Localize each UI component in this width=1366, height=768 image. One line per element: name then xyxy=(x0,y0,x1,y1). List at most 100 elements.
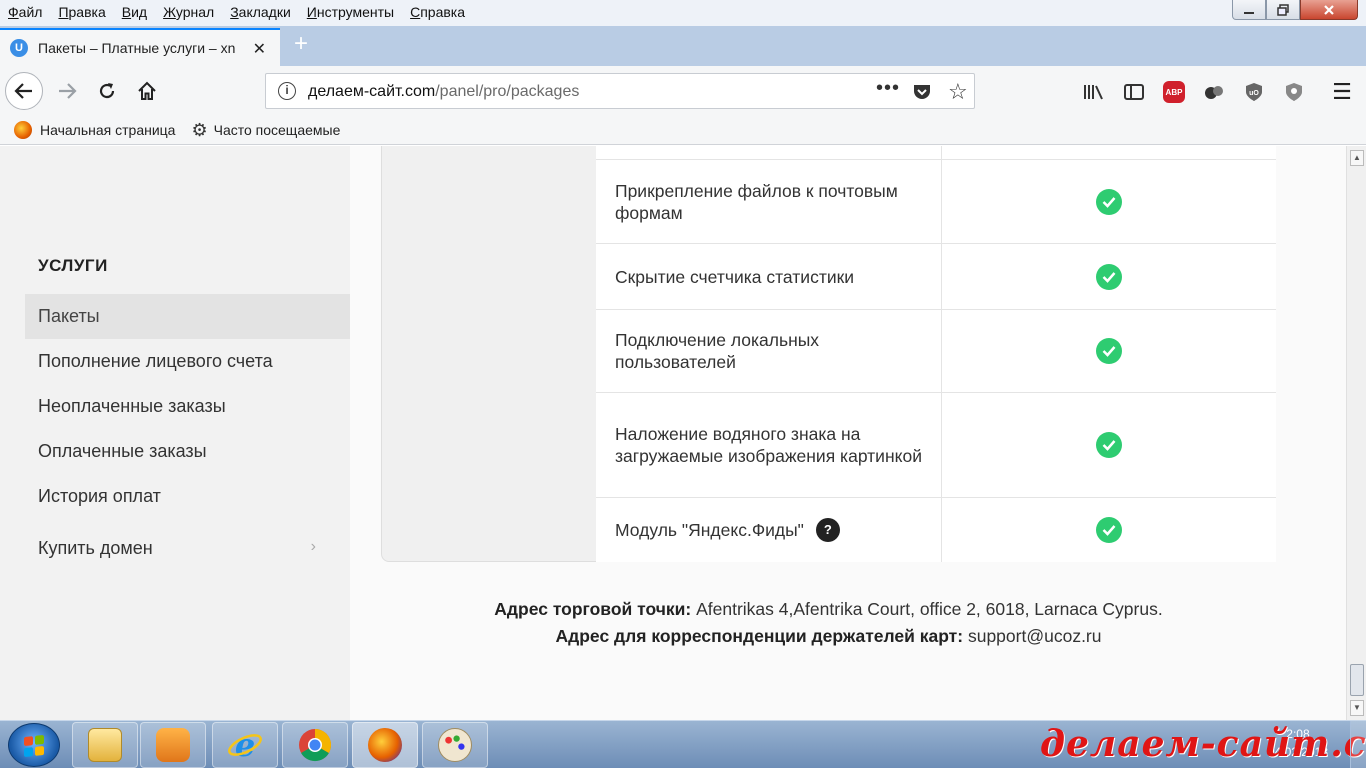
library-icon[interactable] xyxy=(1082,80,1106,104)
table-row: Наложение водяного знака на загружаемые … xyxy=(596,393,1276,498)
svg-text:uO: uO xyxy=(1249,90,1259,97)
ublock-origin-icon[interactable]: uO xyxy=(1242,80,1266,104)
home-button[interactable] xyxy=(132,76,162,106)
bookmark-most-visited[interactable]: ⚙ Часто посещаемые xyxy=(191,120,340,141)
mail-label: Адрес для корреспонденции держателей кар… xyxy=(555,626,964,646)
windows-logo-icon xyxy=(24,734,44,758)
media-player-icon xyxy=(156,728,190,762)
sidebar-item-unpaid-orders[interactable]: Неоплаченные заказы xyxy=(25,384,350,429)
tab-close-icon[interactable]: ✕ xyxy=(253,39,266,59)
navigation-bar: i делаем-сайт.com/panel/pro/packages •••… xyxy=(0,66,1366,116)
sidebar-item-packages[interactable]: Пакеты xyxy=(25,294,350,339)
bookmark-label: Часто посещаемые xyxy=(213,122,341,138)
table-row: Модуль "Яндекс.Фиды" ? xyxy=(596,498,1276,562)
feature-label: Скрытие счетчика статистики xyxy=(596,244,942,309)
menu-bookmarks[interactable]: Закладки xyxy=(222,0,299,26)
explorer-icon xyxy=(88,728,122,762)
scroll-up-icon[interactable]: ▲ xyxy=(1350,150,1364,166)
sidebar-item-buy-domain[interactable]: Купить домен › xyxy=(25,526,350,571)
packages-card: Прикрепление файлов к почтовым формам Ск… xyxy=(381,146,1276,562)
site-info-icon[interactable]: i xyxy=(278,82,296,100)
menu-history[interactable]: Журнал xyxy=(155,0,222,26)
menu-view[interactable]: Вид xyxy=(114,0,155,26)
menu-help[interactable]: Справка xyxy=(402,0,473,26)
ucoz-favicon-icon: U xyxy=(10,39,28,57)
windows-taskbar: e 2:08 04.02.2018 делаем-сайт.com xyxy=(0,720,1366,768)
bookmark-home-page[interactable]: Начальная страница xyxy=(14,121,175,139)
reload-icon xyxy=(99,83,115,99)
bookmark-label: Начальная страница xyxy=(40,122,176,138)
paint-icon xyxy=(438,728,472,762)
forward-button[interactable] xyxy=(52,76,82,106)
page-actions-icon[interactable]: ••• xyxy=(876,77,900,100)
bookmark-star-icon[interactable]: ☆ xyxy=(948,79,968,105)
feature-label-wrapper: Модуль "Яндекс.Фиды" ? xyxy=(596,498,942,562)
taskbar-explorer[interactable] xyxy=(72,722,138,768)
menu-file[interactable]: Файл xyxy=(0,0,50,26)
taskbar-firefox[interactable] xyxy=(352,722,418,768)
start-button[interactable] xyxy=(8,723,60,767)
hamburger-menu-icon[interactable]: ☰ xyxy=(1330,79,1354,104)
minimize-icon xyxy=(1244,11,1254,14)
url-text[interactable]: делаем-сайт.com/panel/pro/packages xyxy=(308,83,579,101)
back-button[interactable] xyxy=(5,72,43,110)
taskbar-paint[interactable] xyxy=(422,722,488,768)
restore-button[interactable] xyxy=(1266,0,1300,20)
restore-icon xyxy=(1277,3,1289,16)
check-icon xyxy=(1096,517,1122,543)
vertical-scrollbar[interactable]: ▲ ▼ xyxy=(1346,146,1366,720)
url-path: /panel/pro/packages xyxy=(435,83,580,100)
minimize-button[interactable] xyxy=(1232,0,1266,20)
taskbar-internet-explorer[interactable]: e xyxy=(212,722,278,768)
pocket-icon[interactable] xyxy=(912,83,932,106)
new-tab-button[interactable]: + xyxy=(288,30,314,60)
sidebar-item-label: Купить домен xyxy=(38,538,153,558)
sidebar-item-label: Пополнение лицевого счета xyxy=(38,351,273,371)
tab-packages[interactable]: U Пакеты – Платные услуги – xn ✕ xyxy=(0,28,280,66)
mail-line: Адрес для корреспонденции держателей кар… xyxy=(381,623,1276,650)
features-table: Прикрепление файлов к почтовым формам Ск… xyxy=(596,146,1276,562)
extension-icon[interactable] xyxy=(1202,80,1226,104)
reload-button[interactable] xyxy=(92,76,122,106)
table-row: Подключение локальных пользователей xyxy=(596,310,1276,393)
taskbar-chrome[interactable] xyxy=(282,722,348,768)
address-bar[interactable]: i делаем-сайт.com/panel/pro/packages •••… xyxy=(265,73,975,109)
firefox-icon xyxy=(14,121,32,139)
svg-text:e: e xyxy=(235,727,255,763)
chevron-right-icon: › xyxy=(310,538,316,555)
arrow-left-icon xyxy=(14,83,32,99)
sidebar-item-label: История оплат xyxy=(38,486,161,506)
help-icon[interactable]: ? xyxy=(815,518,840,542)
feature-label: Наложение водяного знака на загружаемые … xyxy=(596,393,942,497)
check-icon xyxy=(1096,432,1122,458)
feature-label xyxy=(596,146,942,159)
sidebar-item-label: Неоплаченные заказы xyxy=(38,396,226,416)
mail-value: support@ucoz.ru xyxy=(967,626,1102,646)
home-icon xyxy=(138,81,156,100)
table-row: Скрытие счетчика статистики xyxy=(596,244,1276,310)
firefox-icon xyxy=(368,728,402,762)
sidebar-heading: УСЛУГИ xyxy=(38,256,108,275)
feature-label: Подключение локальных пользователей xyxy=(596,310,942,392)
taskbar-media-player[interactable] xyxy=(140,722,206,768)
sidebar-item-payment-history[interactable]: История оплат xyxy=(25,474,350,519)
internet-explorer-icon: e xyxy=(228,727,262,763)
main-panel: Прикрепление файлов к почтовым формам Ск… xyxy=(350,146,1346,720)
sidebar-toggle-icon[interactable] xyxy=(1122,80,1146,104)
close-window-button[interactable] xyxy=(1300,0,1358,20)
table-row xyxy=(596,146,1276,160)
menu-edit[interactable]: Правка xyxy=(50,0,113,26)
scroll-down-icon[interactable]: ▼ xyxy=(1350,700,1364,716)
check-icon xyxy=(1096,338,1122,364)
check-icon xyxy=(1096,188,1122,215)
menu-tools[interactable]: Инструменты xyxy=(299,0,402,26)
privacy-shield-icon[interactable] xyxy=(1282,80,1306,104)
sidebar-item-paid-orders[interactable]: Оплаченные заказы xyxy=(25,429,350,474)
adblock-plus-icon[interactable]: ABP xyxy=(1162,80,1186,104)
show-desktop-button[interactable] xyxy=(1350,721,1366,768)
tab-strip: U Пакеты – Платные услуги – xn ✕ + xyxy=(0,26,1366,66)
feature-value xyxy=(942,498,1276,562)
sidebar-item-top-up[interactable]: Пополнение лицевого счета xyxy=(25,339,350,384)
scrollbar-thumb[interactable] xyxy=(1350,664,1364,696)
gear-icon: ⚙ xyxy=(191,119,208,140)
